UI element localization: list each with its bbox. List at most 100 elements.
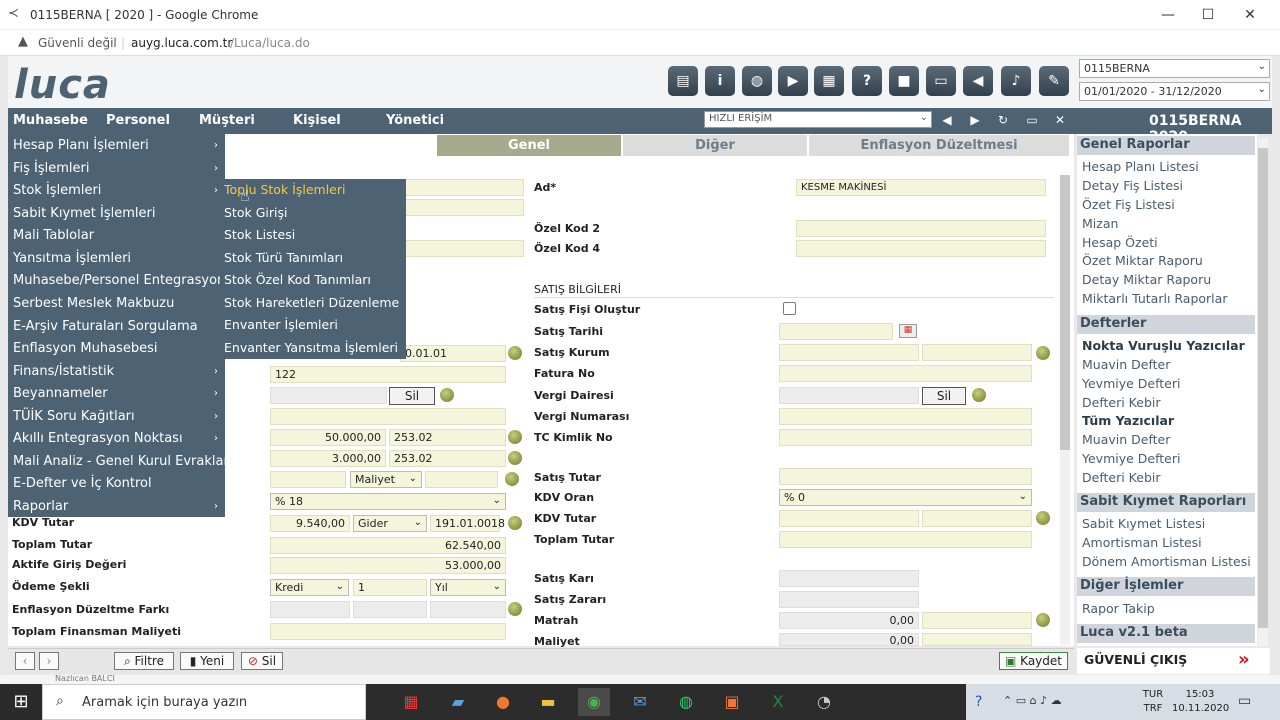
report-link[interactable]: Yevmiye Defteri — [1082, 376, 1180, 391]
kaydet-button[interactable]: ▣ Kaydet — [999, 652, 1068, 670]
kdv-rate-select[interactable]: % 18 ⌄ — [270, 493, 506, 510]
firefox-icon[interactable]: ● — [487, 688, 519, 716]
content-scrollbar[interactable] — [1060, 175, 1070, 645]
close-tab-icon[interactable]: ✕ — [1052, 112, 1068, 128]
submenu-item-stok-listesi[interactable]: Stok Listesi — [224, 227, 295, 242]
code-field[interactable]: 122 — [270, 366, 506, 383]
kdv-acc-field[interactable]: 191.01.0018 — [430, 515, 505, 532]
report-link[interactable]: Özet Fiş Listesi — [1082, 197, 1175, 212]
kdv-tutar-field[interactable]: 9.540,00 — [270, 515, 350, 532]
submenu-item-stok-turu[interactable]: Stok Türü Tanımları — [224, 250, 343, 265]
tray-icons[interactable]: ⌃ ▭ ⌂ ♪ ☁ — [1003, 694, 1062, 707]
menu-item-e-arsiv[interactable]: E-Arşiv Faturaları Sorgulama — [13, 319, 198, 334]
ad-field[interactable]: KESME MAKİNESİ — [796, 179, 1046, 196]
amount2-field[interactable]: 3.000,00 — [270, 450, 386, 467]
toplam-tutar-right-field[interactable] — [779, 531, 1032, 548]
field-top2[interactable] — [400, 199, 524, 216]
nav-personel[interactable]: Personel — [106, 113, 170, 128]
exit-arrow-icon[interactable]: » — [1238, 649, 1250, 670]
menu-item-smm[interactable]: Serbest Meslek Makbuzu — [13, 296, 174, 311]
report-link[interactable]: Özet Miktar Raporu — [1082, 253, 1203, 268]
menu-item-finans[interactable]: Finans/İstatistik — [13, 364, 114, 379]
maliyet-acc-field[interactable] — [922, 633, 1032, 646]
lookup-button[interactable] — [508, 602, 522, 616]
globe-icon[interactable]: ◍ — [742, 66, 772, 96]
field-top1[interactable] — [400, 179, 524, 196]
lookup-button[interactable] — [1036, 346, 1050, 360]
odeme-unit-select[interactable]: Yıl ⌄ — [430, 579, 506, 596]
toplam-tutar-field[interactable]: 62.540,00 — [270, 537, 506, 554]
monitor-icon[interactable]: ▭ — [926, 66, 956, 96]
sil-button[interactable]: ⊘ Sil — [241, 652, 283, 670]
next-icon[interactable]: › — [39, 652, 59, 670]
submenu-item-stok-girisi[interactable]: Stok Girişi — [224, 205, 287, 220]
submenu-item-ozel-kod[interactable]: Stok Özel Kod Tanımları — [224, 272, 371, 287]
report-link[interactable]: Rapor Takip — [1082, 601, 1155, 616]
nav-yonetici[interactable]: Yönetici — [386, 113, 444, 128]
info-icon[interactable]: i — [705, 66, 735, 96]
menu-item-enflasyon[interactable]: Enflasyon Muhasebesi — [13, 341, 157, 356]
maximize-button[interactable]: ☐ — [1188, 4, 1228, 26]
tab-diger[interactable]: Diğer — [623, 135, 807, 156]
nav-kisisel[interactable]: Kişisel — [293, 113, 341, 128]
menu-item-yansitma[interactable]: Yansıtma İşlemleri — [13, 251, 131, 266]
close-window-button[interactable]: ✕ — [1230, 4, 1270, 26]
report-link[interactable]: Amortisman Listesi — [1082, 535, 1202, 550]
notes-icon[interactable]: ✎ — [1039, 66, 1069, 96]
menu-item-mali-analiz[interactable]: Mali Analiz - Genel Kurul Evrakları — [13, 454, 232, 469]
menu-item-tuik[interactable]: TÜİK Soru Kağıtları — [13, 409, 135, 424]
empty-field[interactable] — [270, 471, 346, 488]
notification-icon[interactable]: ▭ — [1238, 693, 1251, 709]
back-icon[interactable]: ◀ — [939, 112, 955, 128]
prev-icon[interactable]: ‹ — [15, 652, 35, 670]
menu-item-beyannameler[interactable]: Beyannameler — [13, 386, 108, 401]
lookup-button[interactable] — [508, 451, 522, 465]
app-icon[interactable]: ▰ — [442, 688, 474, 716]
lookup-button[interactable] — [508, 516, 522, 530]
matrah-acc-field[interactable] — [922, 612, 1032, 629]
date-field[interactable]: 0.01.01 — [400, 345, 506, 362]
odeme-count-field[interactable]: 1 — [353, 579, 427, 596]
quick-access-select[interactable]: HIZLI ERİŞİM ⌄ — [704, 111, 932, 128]
taskbar-search-text[interactable]: Aramak için buraya yazın — [82, 695, 247, 710]
amount1-field[interactable]: 50.000,00 — [270, 429, 386, 446]
help-tray-icon[interactable]: ? — [975, 694, 982, 710]
bell-icon[interactable]: ♪ — [1001, 66, 1031, 96]
odeme-select[interactable]: Kredi ⌄ — [270, 579, 349, 596]
menu-item-e-defter[interactable]: E-Defter ve İç Kontrol — [13, 476, 152, 491]
aktife-field[interactable]: 53.000,00 — [270, 557, 506, 574]
folder-icon[interactable]: ▬ — [532, 688, 564, 716]
company-select[interactable]: 0115BERNA ⌄ — [1079, 59, 1270, 78]
menu-item-fis[interactable]: Fiş İşlemleri — [13, 161, 90, 176]
tab-genel[interactable]: Genel — [437, 135, 621, 156]
report-link[interactable]: Defteri Kebir — [1082, 395, 1161, 410]
app-icon[interactable]: ▣ — [716, 688, 748, 716]
kdv-oran-select[interactable]: % 0 ⌄ — [779, 489, 1032, 506]
lookup-button[interactable] — [972, 388, 986, 402]
refresh-icon[interactable]: ↻ — [995, 112, 1011, 128]
calendar-icon[interactable]: ▦ — [899, 324, 917, 338]
language-indicator[interactable]: TUR TRF — [1140, 688, 1166, 716]
ozel-kod-2-field[interactable] — [796, 220, 1046, 237]
menu-item-akilli[interactable]: Akıllı Entegrasyon Noktası — [13, 431, 183, 446]
lookup-button[interactable] — [508, 430, 522, 444]
megaphone-icon[interactable]: ◀ — [963, 66, 993, 96]
maliyet-select[interactable]: Maliyet ⌄ — [350, 471, 422, 488]
empty-field[interactable] — [425, 471, 498, 488]
sil-button-right[interactable]: Sil — [922, 387, 966, 405]
youtube-icon[interactable]: ▶ — [778, 66, 808, 96]
vergi-no-field[interactable] — [779, 408, 1032, 425]
lookup-button[interactable] — [1036, 613, 1050, 627]
menu-item-raporlar[interactable]: Raporlar — [13, 499, 68, 514]
filtre-button[interactable]: ⌕ Filtre — [114, 652, 174, 670]
satis-tarihi-field[interactable] — [779, 323, 893, 340]
help-icon[interactable]: ? — [852, 66, 882, 96]
yeni-button[interactable]: ▮ Yeni — [180, 652, 234, 670]
guvenli-cikis-button[interactable]: GÜVENLİ ÇIKIŞ — [1084, 652, 1187, 667]
report-link[interactable]: Mizan — [1082, 216, 1118, 231]
kdv-tutar-right-field[interactable] — [779, 510, 919, 527]
nav-musteri[interactable]: Müşteri — [199, 113, 255, 128]
report-link[interactable]: Hesap Planı Listesi — [1082, 159, 1199, 174]
window-icon[interactable]: ▭ — [1024, 112, 1040, 128]
fatura-no-field[interactable] — [779, 365, 1032, 382]
